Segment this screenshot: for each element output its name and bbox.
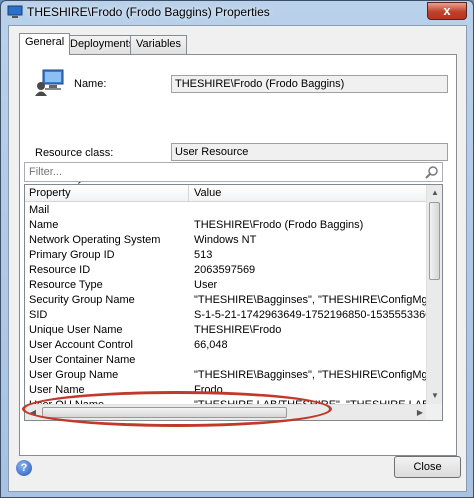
horizontal-scroll-thumb[interactable] [42, 407, 287, 418]
property-cell: User Group Name [29, 369, 119, 381]
value-cell: 2063597569 [194, 264, 256, 276]
table-row[interactable]: User Name Frodo [25, 383, 428, 398]
table-row[interactable]: Resource Type User [25, 278, 428, 293]
name-label: Name: [74, 78, 107, 90]
property-cell: Network Operating System [29, 234, 161, 246]
table-row[interactable]: User Container Name [25, 353, 428, 368]
close-button[interactable]: Close [394, 456, 461, 478]
value-cell: S-1-5-21-1742963649-1752196850-153555336… [194, 309, 428, 321]
divider [35, 117, 453, 118]
scroll-left-icon[interactable]: ◀ [25, 405, 41, 420]
value-cell: 513 [194, 249, 213, 261]
value-cell: "THESHIRE\Bagginses", "THESHIRE\ConfigMg… [194, 369, 428, 381]
property-cell: Name [29, 219, 59, 231]
magnifier-icon[interactable] [425, 165, 439, 179]
scroll-down-icon[interactable]: ▼ [427, 388, 442, 404]
table-row[interactable]: Security Group Name "THESHIRE\Bagginses",… [25, 293, 428, 308]
title-bar[interactable]: THESHIRE\Frodo (Frodo Baggins) Propertie… [1, 1, 473, 25]
tab-variables[interactable]: Variables [130, 35, 188, 54]
window-close-button[interactable]: x [427, 2, 467, 20]
property-cell: User Container Name [29, 354, 136, 366]
tab-general[interactable]: General [19, 33, 71, 55]
property-cell: User Account Control [29, 339, 133, 351]
resource-class-label: Resource class: [35, 147, 114, 159]
value-cell: 66,048 [194, 339, 228, 351]
column-header-property[interactable]: Property [29, 187, 71, 199]
table-row[interactable]: Unique User Name THESHIRE\Frodo [25, 323, 428, 338]
value-cell: THESHIRE\Frodo (Frodo Baggins) [194, 219, 364, 231]
window-title: THESHIRE\Frodo (Frodo Baggins) Propertie… [27, 5, 270, 19]
vertical-scroll-thumb[interactable] [429, 202, 440, 280]
filter-box[interactable] [24, 162, 443, 182]
property-cell: Mail [29, 204, 50, 216]
scroll-corner [426, 404, 442, 420]
property-cell: Resource Type [29, 279, 103, 291]
table-row[interactable]: Resource ID 2063597569 [25, 263, 428, 278]
column-header-value[interactable]: Value [194, 187, 221, 199]
table-row[interactable]: User Account Control 66,048 [25, 338, 428, 353]
user-computer-icon [35, 69, 64, 96]
help-icon[interactable]: ? [16, 460, 32, 476]
property-cell: Security Group Name [29, 294, 135, 306]
name-field: THESHIRE\Frodo (Frodo Baggins) [171, 75, 448, 93]
vertical-scrollbar[interactable]: ▲ ▼ [426, 185, 442, 404]
horizontal-scrollbar[interactable]: ◀ ▶ [25, 404, 428, 420]
dialog-client: General Deployments Variables Name: THES… [8, 25, 467, 492]
value-cell: "THESHIRE\Bagginses", "THESHIRE\ConfigMg… [194, 294, 428, 306]
table-row[interactable]: Mail [25, 203, 428, 218]
resource-class-field: User Resource [171, 143, 448, 161]
property-cell: Primary Group ID [29, 249, 115, 261]
property-cell: SID [29, 309, 48, 321]
table-row[interactable]: Name THESHIRE\Frodo (Frodo Baggins) [25, 218, 428, 233]
scroll-up-icon[interactable]: ▲ [427, 185, 442, 201]
properties-window: THESHIRE\Frodo (Frodo Baggins) Propertie… [0, 0, 474, 498]
property-cell: Unique User Name [29, 324, 123, 336]
filter-input[interactable] [27, 164, 417, 180]
tab-deployments[interactable]: Deployments [64, 35, 141, 54]
value-cell: User [194, 279, 218, 291]
table-row[interactable]: SID S-1-5-21-1742963649-1752196850-153555… [25, 308, 428, 323]
property-cell: User Name [29, 384, 85, 396]
property-cell: Resource ID [29, 264, 91, 276]
value-cell: THESHIRE\Frodo [194, 324, 282, 336]
value-cell: Frodo [194, 384, 223, 396]
table-row[interactable]: Primary Group ID 513 [25, 248, 428, 263]
list-header: Property Value [25, 185, 428, 202]
table-row[interactable]: User Group Name "THESHIRE\Bagginses", "TH… [25, 368, 428, 383]
discovery-data-list[interactable]: Property Value Mail Name THESHIRE\Frodo (F… [24, 184, 443, 421]
column-divider[interactable] [188, 185, 189, 202]
table-row[interactable]: Network Operating System Windows NT [25, 233, 428, 248]
value-cell: Windows NT [194, 234, 257, 246]
computer-window-icon [7, 5, 23, 18]
